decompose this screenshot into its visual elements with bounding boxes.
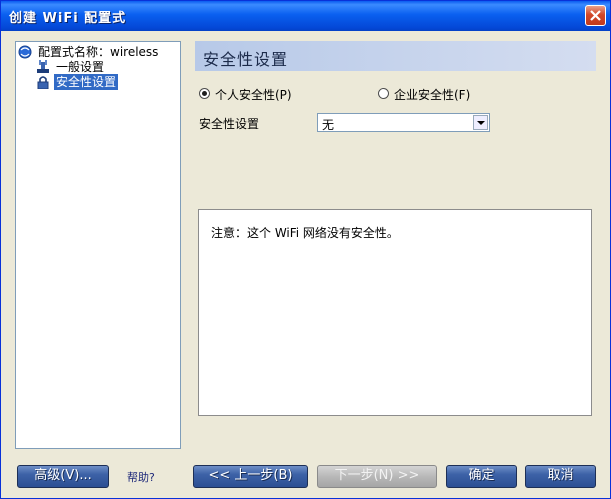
chevron-down-icon[interactable] <box>473 115 488 130</box>
network-icon <box>37 60 49 73</box>
security-setting-dropdown[interactable]: 无 <box>317 113 490 132</box>
tree-root-label: 配置式名称：wireless <box>38 45 159 59</box>
panel-header: 安全性设置 <box>195 41 596 71</box>
enterprise-security-label: 企业安全性(F) <box>394 88 471 102</box>
security-setting-value: 无 <box>322 118 335 132</box>
close-button[interactable] <box>585 5 606 26</box>
back-button[interactable]: << 上一步(B) <box>193 465 308 488</box>
close-icon <box>590 10 601 21</box>
wifi-profile-dialog: 创建 WiFi 配置式 配置式名称：wireless 一般设置 安全性设置 安全… <box>0 0 611 499</box>
title-bar[interactable]: 创建 WiFi 配置式 <box>1 1 610 31</box>
help-link[interactable]: 帮助? <box>127 469 155 485</box>
enterprise-security-radio[interactable]: 企业安全性(F) <box>378 87 518 102</box>
tree-item-general[interactable]: 一般设置 <box>36 59 176 75</box>
radio-dot-enterprise <box>378 88 389 99</box>
radio-dot-personal <box>199 88 210 99</box>
cancel-button[interactable]: 取消 <box>525 465 596 488</box>
ok-button[interactable]: 确定 <box>446 465 517 488</box>
panel-title: 安全性设置 <box>203 50 289 69</box>
personal-security-label: 个人安全性(P) <box>215 88 292 102</box>
notice-box: 注意：这个 WiFi 网络没有安全性。 <box>198 209 592 416</box>
window-title: 创建 WiFi 配置式 <box>9 11 127 26</box>
next-button[interactable]: 下一步(N) >> <box>317 465 437 488</box>
lock-icon <box>37 76 49 89</box>
personal-security-radio[interactable]: 个人安全性(P) <box>199 87 339 102</box>
tree-item-general-label: 一般设置 <box>56 60 105 74</box>
profile-globe-icon <box>18 45 32 59</box>
advanced-button[interactable]: 高级(V)... <box>17 465 109 488</box>
settings-tree: 配置式名称：wireless 一般设置 安全性设置 <box>15 41 181 449</box>
security-setting-label: 安全性设置 <box>199 117 260 131</box>
tree-root[interactable]: 配置式名称：wireless <box>18 44 178 60</box>
tree-item-security-label: 安全性设置 <box>52 73 120 91</box>
tree-item-security[interactable]: 安全性设置 <box>36 73 176 91</box>
notice-text: 注意：这个 WiFi 网络没有安全性。 <box>211 226 399 240</box>
